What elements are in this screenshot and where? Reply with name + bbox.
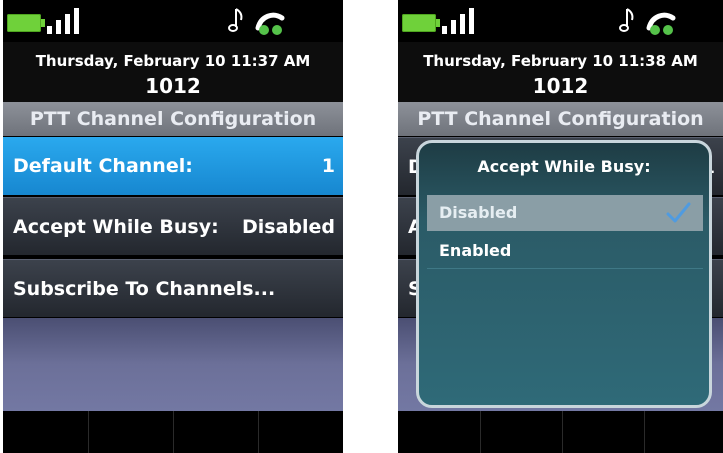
music-note-icon — [619, 8, 634, 32]
battery-icon — [402, 14, 440, 32]
row-value: Disabled — [241, 216, 335, 238]
phone-screen-right: Thursday, February 10 11:38 AM 1012 PTT … — [398, 0, 723, 453]
check-icon — [666, 202, 691, 223]
softkey-1[interactable] — [3, 411, 89, 453]
softkey-4[interactable] — [644, 411, 723, 453]
popup-title: Accept While Busy: — [477, 157, 651, 176]
date-extension-bar: Thursday, February 10 11:37 AM 1012 — [3, 42, 343, 102]
option-label: Disabled — [439, 203, 518, 222]
option-enabled[interactable]: Enabled — [427, 233, 703, 269]
status-bar — [398, 0, 723, 42]
softkey-2[interactable] — [88, 411, 174, 453]
softkey-4[interactable] — [258, 411, 343, 453]
row-label: Subscribe To Channels... — [13, 278, 276, 300]
option-label: Enabled — [439, 241, 512, 260]
accept-while-busy-popup: Accept While Busy: Disabled Enabled — [416, 140, 712, 408]
page-title: PTT Channel Configuration — [398, 102, 723, 136]
softkey-1[interactable] — [398, 411, 481, 453]
music-note-icon — [228, 8, 243, 32]
option-disabled[interactable]: Disabled — [427, 195, 703, 231]
subscribe-to-channels-row[interactable]: Subscribe To Channels... — [3, 259, 343, 317]
date-time: Thursday, February 10 11:38 AM — [423, 52, 698, 70]
extension-number: 1012 — [532, 74, 589, 98]
row-label: Accept While Busy: — [13, 216, 219, 238]
empty-list-area — [3, 318, 343, 411]
phone-screen-left: Thursday, February 10 11:37 AM 1012 PTT … — [3, 0, 343, 453]
softkey-2[interactable] — [480, 411, 563, 453]
date-extension-bar: Thursday, February 10 11:38 AM 1012 — [398, 42, 723, 102]
extension-number: 1012 — [145, 74, 201, 98]
status-bar — [3, 0, 343, 42]
page-title: PTT Channel Configuration — [3, 102, 343, 136]
signal-icon — [442, 8, 482, 34]
softkey-bar — [398, 411, 723, 453]
softkey-3[interactable] — [173, 411, 259, 453]
handset-icon — [255, 12, 285, 35]
handset-icon — [646, 12, 676, 35]
signal-icon — [47, 8, 87, 34]
default-channel-row[interactable]: Default Channel: 1 — [3, 137, 343, 195]
softkey-3[interactable] — [562, 411, 645, 453]
row-value: 1 — [321, 155, 335, 177]
accept-while-busy-row[interactable]: Accept While Busy: Disabled — [3, 197, 343, 255]
date-time: Thursday, February 10 11:37 AM — [35, 52, 311, 70]
row-label: Default Channel: — [13, 155, 193, 177]
battery-icon — [7, 14, 45, 32]
softkey-bar — [3, 411, 343, 453]
